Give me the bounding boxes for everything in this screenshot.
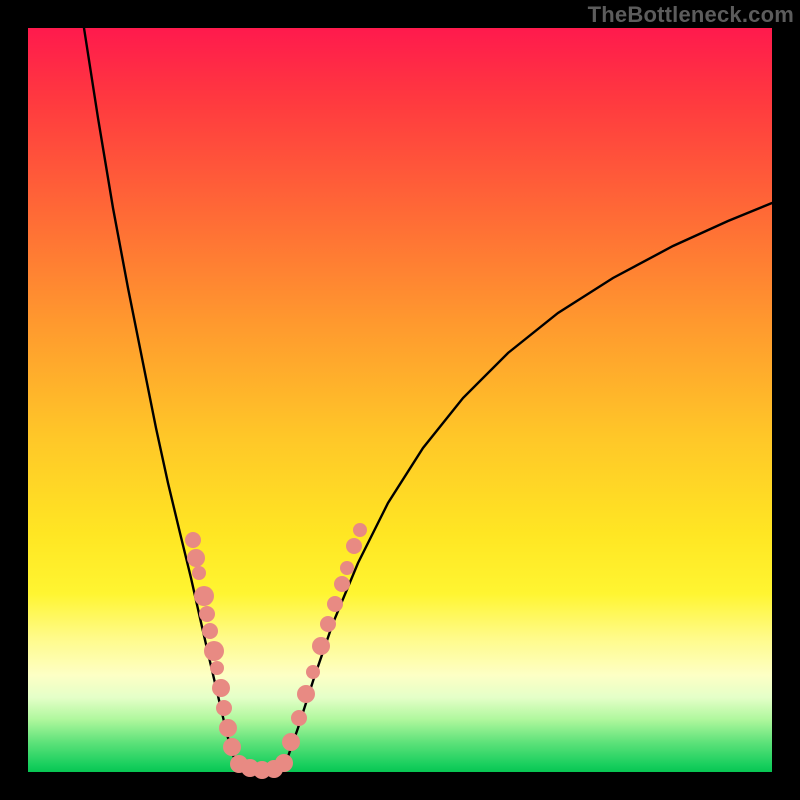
bead-right-3 xyxy=(306,665,320,679)
bead-right-6 xyxy=(327,596,343,612)
bead-right-10 xyxy=(353,523,367,537)
chart-frame: TheBottleneck.com xyxy=(0,0,800,800)
bead-left-3 xyxy=(194,586,214,606)
bead-left-1 xyxy=(187,549,205,567)
bead-right-4 xyxy=(312,637,330,655)
bead-right-2 xyxy=(297,685,315,703)
bead-right-5 xyxy=(320,616,336,632)
plot-area xyxy=(28,28,772,772)
bead-left-9 xyxy=(216,700,232,716)
bead-left-8 xyxy=(212,679,230,697)
bead-right-7 xyxy=(334,576,350,592)
bead-bottom-4 xyxy=(275,754,293,772)
curve-right-branch xyxy=(284,203,772,768)
bead-left-6 xyxy=(204,641,224,661)
bead-left-7 xyxy=(210,661,224,675)
bead-right-0 xyxy=(282,733,300,751)
beads-group xyxy=(185,523,367,779)
bead-right-1 xyxy=(291,710,307,726)
bead-left-4 xyxy=(199,606,215,622)
bead-left-5 xyxy=(202,623,218,639)
bead-left-2 xyxy=(192,566,206,580)
bead-left-10 xyxy=(219,719,237,737)
bead-right-9 xyxy=(346,538,362,554)
watermark-text: TheBottleneck.com xyxy=(588,2,794,28)
bead-left-11 xyxy=(223,738,241,756)
bead-left-0 xyxy=(185,532,201,548)
bead-right-8 xyxy=(340,561,354,575)
curve-svg xyxy=(28,28,772,772)
